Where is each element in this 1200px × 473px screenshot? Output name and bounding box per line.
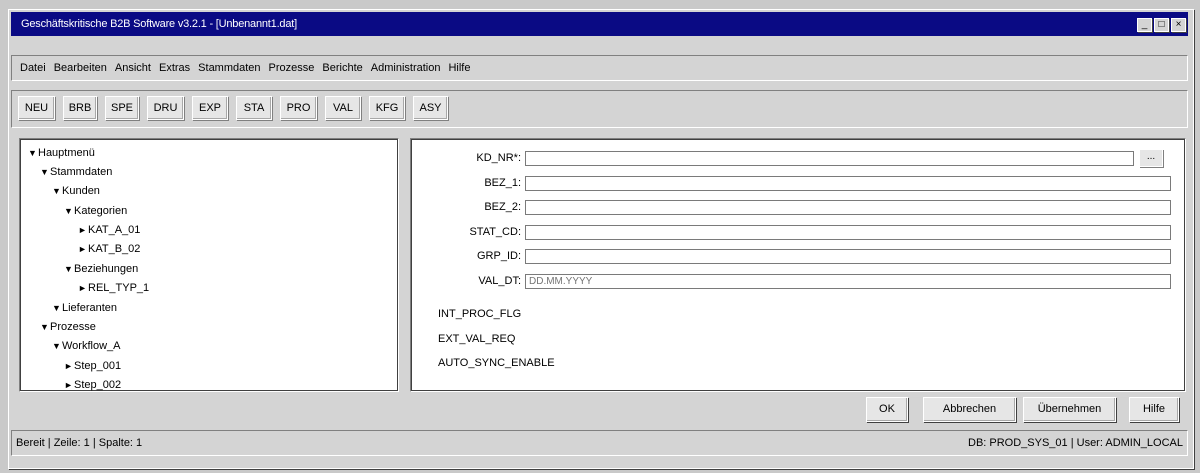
tree-node-kategorien[interactable]: ▼Kategorien — [64, 205, 127, 217]
expanded-arrow-icon[interactable]: ▼ — [28, 148, 38, 158]
app-window: Geschäftskritische B2B Software v3.2.1 -… — [8, 9, 1194, 469]
status-connection: DB: PROD_SYS_01 | User: ADMIN_LOCAL — [968, 437, 1183, 449]
tree-node-lieferanten[interactable]: ▼Lieferanten — [52, 302, 117, 314]
toolbar-spe-button[interactable]: SPE — [105, 96, 139, 120]
toolbar-brb-button[interactable]: BRB — [63, 96, 97, 120]
menu-bar: Datei Bearbeiten Ansicht Extras Stammdat… — [11, 55, 1188, 81]
cancel-button[interactable]: Abbrechen — [923, 397, 1016, 422]
stat-cd-input[interactable] — [525, 225, 1171, 240]
expanded-arrow-icon[interactable]: ▼ — [52, 341, 62, 351]
expanded-arrow-icon[interactable]: ▼ — [64, 264, 74, 274]
kd-nr-input[interactable] — [525, 151, 1134, 166]
toolbar-dru-button[interactable]: DRU — [147, 96, 184, 120]
detail-form: KD_NR*: ... BEZ_1: BEZ_2: STAT_CD: GRP_I… — [410, 138, 1186, 392]
leaf-arrow-icon: ► — [78, 283, 87, 293]
ok-button[interactable]: OK — [866, 397, 908, 422]
stat-cd-label: STAT_CD: — [469, 226, 521, 238]
toolbar: NEU BRB SPE DRU EXP STA PRO VAL KFG ASY — [11, 90, 1188, 128]
menu-berichte[interactable]: Berichte — [318, 62, 366, 74]
window-title: Geschäftskritische B2B Software v3.2.1 -… — [21, 18, 297, 30]
menu-datei[interactable]: Datei — [16, 62, 50, 74]
toolbar-neu-button[interactable]: NEU — [18, 96, 55, 120]
maximize-button[interactable]: □ — [1154, 18, 1169, 32]
tree-node-rel-typ-1[interactable]: ►REL_TYP_1 — [78, 282, 149, 294]
bez-2-input[interactable] — [525, 200, 1171, 215]
menu-administration[interactable]: Administration — [367, 62, 445, 74]
val-dt-input[interactable] — [525, 274, 1171, 289]
toolbar-asy-button[interactable]: ASY — [413, 96, 448, 120]
val-dt-label: VAL_DT: — [478, 275, 521, 287]
kd-nr-label: KD_NR*: — [476, 152, 521, 164]
tree-node-stammdaten[interactable]: ▼Stammdaten — [40, 166, 112, 178]
leaf-arrow-icon: ► — [78, 225, 87, 235]
tree-node-beziehungen[interactable]: ▼Beziehungen — [64, 263, 138, 275]
toolbar-val-button[interactable]: VAL — [325, 96, 361, 120]
expanded-arrow-icon[interactable]: ▼ — [64, 206, 74, 216]
navigation-tree[interactable]: ▼Hauptmenü ▼Stammdaten ▼Kunden ▼Kategori… — [19, 138, 399, 392]
tree-node-prozesse[interactable]: ▼Prozesse — [40, 321, 96, 333]
tree-node-step-002[interactable]: ►Step_002 — [64, 379, 121, 391]
expanded-arrow-icon[interactable]: ▼ — [52, 186, 62, 196]
toolbar-pro-button[interactable]: PRO — [280, 96, 317, 120]
tree-node-kunden[interactable]: ▼Kunden — [52, 185, 100, 197]
help-button[interactable]: Hilfe — [1129, 397, 1179, 422]
browse-button[interactable]: ... — [1139, 149, 1163, 167]
expanded-arrow-icon[interactable]: ▼ — [40, 167, 50, 177]
menu-stammdaten[interactable]: Stammdaten — [194, 62, 264, 74]
menu-extras[interactable]: Extras — [155, 62, 194, 74]
grp-id-label: GRP_ID: — [476, 250, 521, 262]
status-position: Bereit | Zeile: 1 | Spalte: 1 — [16, 437, 143, 449]
auto-sync-enable-option[interactable]: AUTO_SYNC_ENABLE — [438, 357, 555, 369]
status-bar: Bereit | Zeile: 1 | Spalte: 1 DB: PROD_S… — [11, 430, 1188, 456]
title-bar[interactable]: Geschäftskritische B2B Software v3.2.1 -… — [11, 12, 1188, 36]
int-proc-flg-option[interactable]: INT_PROC_FLG — [438, 308, 521, 320]
bez-1-label: BEZ_1: — [484, 177, 521, 189]
apply-button[interactable]: Übernehmen — [1023, 397, 1116, 422]
menu-bearbeiten[interactable]: Bearbeiten — [50, 62, 111, 74]
menu-ansicht[interactable]: Ansicht — [111, 62, 155, 74]
toolbar-exp-button[interactable]: EXP — [192, 96, 228, 120]
tree-node-kat-b-02[interactable]: ►KAT_B_02 — [78, 243, 140, 255]
tree-node-step-001[interactable]: ►Step_001 — [64, 360, 121, 372]
tree-node-hauptmenue[interactable]: ▼Hauptmenü — [28, 147, 95, 159]
menu-hilfe[interactable]: Hilfe — [444, 62, 474, 74]
menu-prozesse[interactable]: Prozesse — [265, 62, 319, 74]
bez-1-input[interactable] — [525, 176, 1171, 191]
leaf-arrow-icon: ► — [78, 244, 87, 254]
leaf-arrow-icon: ► — [64, 361, 73, 371]
grp-id-input[interactable] — [525, 249, 1171, 264]
bez-2-label: BEZ_2: — [484, 201, 521, 213]
expanded-arrow-icon[interactable]: ▼ — [52, 303, 62, 313]
close-button[interactable]: × — [1171, 18, 1186, 32]
leaf-arrow-icon: ► — [64, 380, 73, 390]
tree-node-workflow-a[interactable]: ▼Workflow_A — [52, 340, 120, 352]
ext-val-req-option[interactable]: EXT_VAL_REQ — [438, 333, 515, 345]
toolbar-kfg-button[interactable]: KFG — [369, 96, 405, 120]
toolbar-sta-button[interactable]: STA — [236, 96, 272, 120]
minimize-button[interactable]: _ — [1137, 18, 1152, 32]
expanded-arrow-icon[interactable]: ▼ — [40, 322, 50, 332]
tree-node-kat-a-01[interactable]: ►KAT_A_01 — [78, 224, 140, 236]
